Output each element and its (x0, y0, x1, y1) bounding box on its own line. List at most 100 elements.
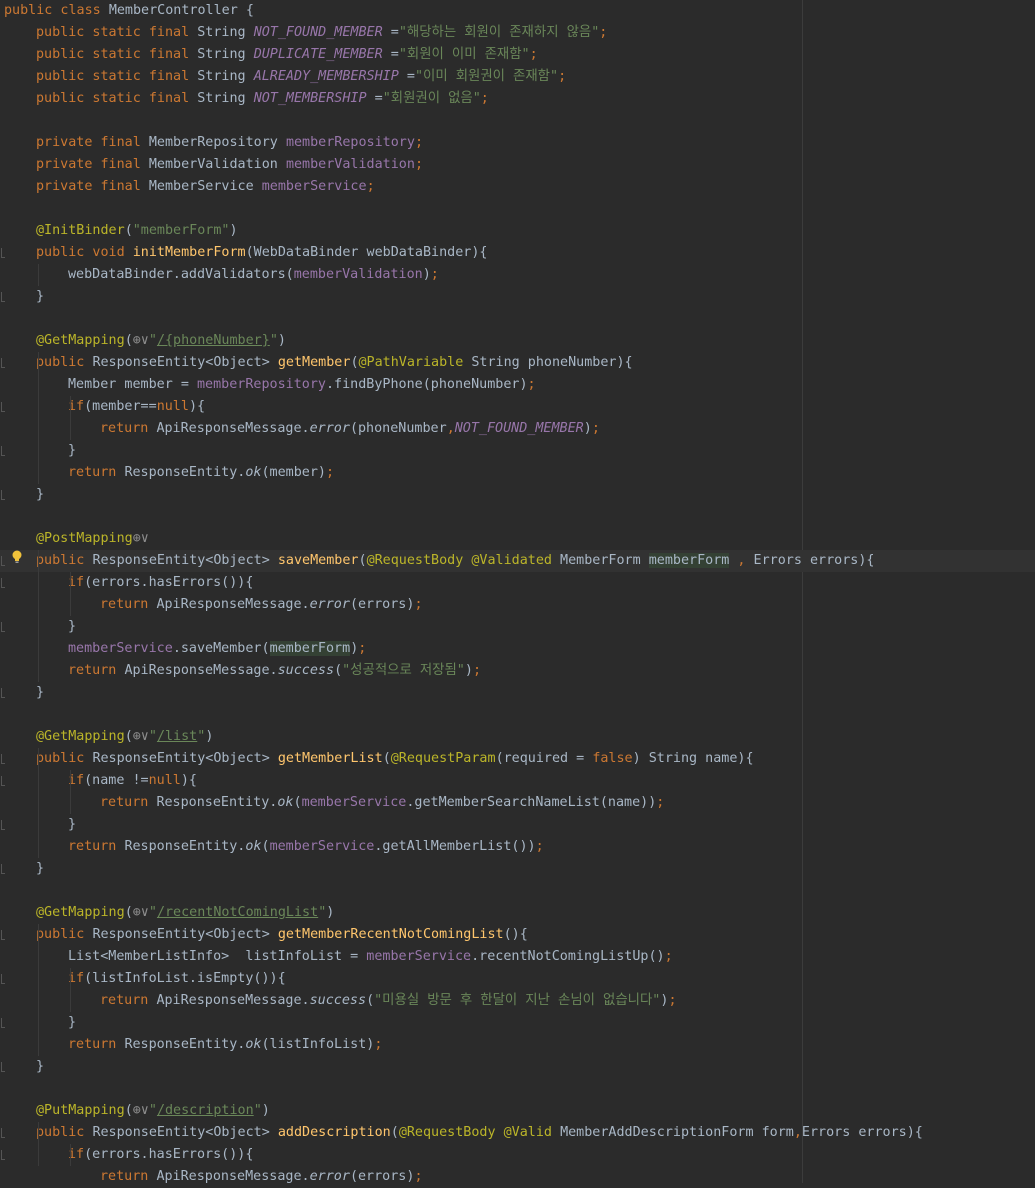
code-token: " (269, 333, 278, 348)
code-text: Member member = memberRepository.findByP… (68, 374, 536, 396)
code-line[interactable]: public static final String ALREADY_MEMBE… (0, 66, 1035, 88)
code-editor[interactable]: public class MemberController {public st… (0, 0, 1035, 1184)
code-token: (){ (503, 927, 528, 942)
code-line[interactable]: return ApiResponseMessage.success("미용실 방… (0, 990, 1035, 1012)
code-token: ok (245, 1037, 262, 1052)
fold-marker-icon[interactable] (1, 754, 5, 764)
code-line[interactable]: webDataBinder.addValidators(memberValida… (0, 264, 1035, 286)
code-line[interactable]: public ResponseEntity<Object> saveMember… (0, 550, 1035, 572)
code-line[interactable] (0, 110, 1035, 132)
code-line[interactable]: public static final String NOT_MEMBERSHI… (0, 88, 1035, 110)
code-line[interactable] (0, 880, 1035, 902)
code-line[interactable]: } (0, 682, 1035, 704)
code-token: (member) (261, 465, 327, 480)
code-line[interactable]: public ResponseEntity<Object> addDescrip… (0, 1122, 1035, 1144)
code-line[interactable]: return ResponseEntity.ok(listInfoList); (0, 1034, 1035, 1056)
fold-marker-icon[interactable] (1, 974, 5, 984)
code-line[interactable]: public ResponseEntity<Object> getMemberR… (0, 924, 1035, 946)
code-token: " (148, 333, 157, 348)
code-line[interactable]: @PutMapping(⊕∨"/description") (0, 1100, 1035, 1122)
fold-marker-icon[interactable] (1, 292, 5, 302)
indent-guide (70, 1144, 71, 1166)
code-text: public static final String NOT_MEMBERSHI… (36, 88, 489, 110)
code-line[interactable]: private final MemberValidation memberVal… (0, 154, 1035, 176)
code-line[interactable]: @InitBinder("memberForm") (0, 220, 1035, 242)
fold-marker-icon[interactable] (1, 402, 5, 412)
code-line[interactable]: @GetMapping(⊕∨"/{phoneNumber}") (0, 330, 1035, 352)
fold-marker-icon[interactable] (1, 930, 5, 940)
code-line[interactable] (0, 704, 1035, 726)
code-line[interactable]: List<MemberListInfo> listInfoList = memb… (0, 946, 1035, 968)
code-line[interactable]: if(member==null){ (0, 396, 1035, 418)
code-line[interactable]: } (0, 286, 1035, 308)
code-line[interactable]: public void initMemberForm(WebDataBinder… (0, 242, 1035, 264)
code-line[interactable]: return ApiResponseMessage.success("성공적으로… (0, 660, 1035, 682)
code-line[interactable]: return ResponseEntity.ok(member); (0, 462, 1035, 484)
fold-marker-icon[interactable] (1, 820, 5, 830)
fold-marker-icon[interactable] (1, 556, 5, 566)
indent-guide (38, 1122, 39, 1166)
code-token: public (36, 927, 93, 942)
code-token: ) String name){ (632, 751, 754, 766)
code-token: ; (527, 377, 536, 392)
code-line[interactable]: } (0, 1056, 1035, 1078)
code-line[interactable]: @GetMapping(⊕∨"/list") (0, 726, 1035, 748)
code-token: error (309, 421, 350, 436)
code-token: ( (350, 355, 359, 370)
code-line[interactable]: if(listInfoList.isEmpty()){ (0, 968, 1035, 990)
code-line[interactable]: @PostMapping⊕∨ (0, 528, 1035, 550)
fold-marker-icon[interactable] (1, 248, 5, 258)
code-line[interactable]: return ApiResponseMessage.error(phoneNum… (0, 418, 1035, 440)
code-line[interactable]: @GetMapping(⊕∨"/recentNotComingList") (0, 902, 1035, 924)
code-line[interactable]: return ResponseEntity.ok(memberService.g… (0, 836, 1035, 858)
lightbulb-icon[interactable] (11, 549, 23, 565)
code-line[interactable]: public static final String DUPLICATE_MEM… (0, 44, 1035, 66)
code-line[interactable]: } (0, 858, 1035, 880)
fold-marker-icon[interactable] (1, 864, 5, 874)
code-line[interactable]: return ApiResponseMessage.error(errors); (0, 1166, 1035, 1188)
code-line[interactable] (0, 1078, 1035, 1100)
code-token: memberForm (648, 553, 730, 568)
fold-marker-icon[interactable] (1, 1018, 5, 1028)
code-token: error (309, 597, 350, 612)
code-line[interactable]: } (0, 814, 1035, 836)
code-line[interactable] (0, 506, 1035, 528)
code-line[interactable]: return ResponseEntity.ok(memberService.g… (0, 792, 1035, 814)
code-text: return ResponseEntity.ok(member); (68, 462, 334, 484)
code-token: ; (358, 641, 367, 656)
code-token: ; (430, 267, 439, 282)
code-token: ok (277, 795, 294, 810)
code-line[interactable]: public static final String NOT_FOUND_MEM… (0, 22, 1035, 44)
fold-marker-icon[interactable] (1, 358, 5, 368)
code-line[interactable]: public ResponseEntity<Object> getMemberL… (0, 748, 1035, 770)
code-line[interactable]: private final MemberRepository memberRep… (0, 132, 1035, 154)
code-line[interactable]: if(name !=null){ (0, 770, 1035, 792)
code-line[interactable] (0, 198, 1035, 220)
code-line[interactable]: public ResponseEntity<Object> getMember(… (0, 352, 1035, 374)
code-line[interactable] (0, 308, 1035, 330)
code-line[interactable]: Member member = memberRepository.findByP… (0, 374, 1035, 396)
code-line[interactable]: } (0, 484, 1035, 506)
code-line[interactable]: if(errors.hasErrors()){ (0, 572, 1035, 594)
code-line[interactable]: private final MemberService memberServic… (0, 176, 1035, 198)
code-line[interactable]: public class MemberController { (0, 0, 1035, 22)
fold-marker-icon[interactable] (1, 490, 5, 500)
code-token: return (68, 839, 125, 854)
code-line[interactable]: } (0, 440, 1035, 462)
code-line[interactable]: memberService.saveMember(memberForm); (0, 638, 1035, 660)
fold-marker-icon[interactable] (1, 688, 5, 698)
code-line[interactable]: } (0, 616, 1035, 638)
code-line[interactable]: } (0, 1012, 1035, 1034)
fold-marker-icon[interactable] (1, 578, 5, 588)
fold-marker-icon[interactable] (1, 1150, 5, 1160)
code-text: if(errors.hasErrors()){ (68, 1144, 253, 1166)
code-line[interactable]: return ApiResponseMessage.error(errors); (0, 594, 1035, 616)
code-line[interactable]: if(errors.hasErrors()){ (0, 1144, 1035, 1166)
fold-marker-icon[interactable] (1, 1062, 5, 1072)
code-token: @RequestBody @Validated (366, 553, 561, 568)
indent-guide (38, 264, 39, 286)
fold-marker-icon[interactable] (1, 1128, 5, 1138)
fold-marker-icon[interactable] (1, 776, 5, 786)
fold-marker-icon[interactable] (1, 622, 5, 632)
fold-marker-icon[interactable] (1, 446, 5, 456)
